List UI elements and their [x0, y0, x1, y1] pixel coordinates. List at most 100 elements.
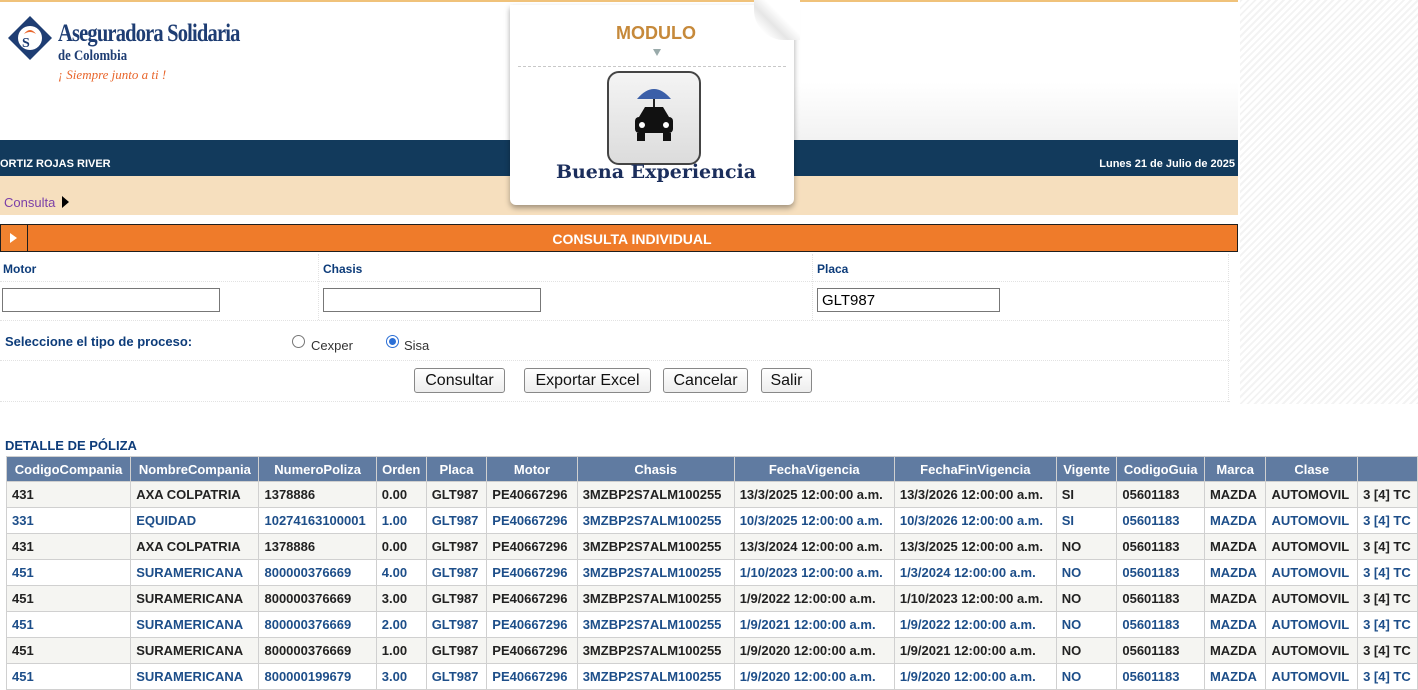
table-cell: MAZDA: [1203, 559, 1267, 586]
table-cell: 431: [5, 481, 132, 508]
table-cell: 13/3/2024 12:00:00 a.m.: [733, 533, 895, 560]
placa-label: Placa: [817, 262, 849, 276]
column-header[interactable]: Clase: [1265, 456, 1359, 482]
table-cell: SI: [1055, 481, 1118, 508]
table-cell: 3 [4] TC: [1357, 507, 1418, 534]
column-header[interactable]: Vigente: [1055, 456, 1118, 482]
table-cell: 800000376669: [258, 585, 377, 612]
table-cell: 800000199679: [258, 663, 377, 690]
table-cell: 1/9/2022 12:00:00 a.m.: [733, 585, 895, 612]
table-cell: NO: [1055, 533, 1118, 560]
table-cell: 800000376669: [258, 611, 377, 638]
table-cell: 800000376669: [258, 637, 377, 664]
table-cell: 1.00: [375, 507, 427, 534]
table-cell: PE40667296: [486, 611, 578, 638]
company-logo[interactable]: S Aseguradora Solidaria de Colombia ¡ Si…: [6, 14, 240, 84]
radio-cexper[interactable]: [292, 335, 305, 348]
table-cell: AUTOMOVIL: [1265, 533, 1359, 560]
table-row[interactable]: 451 SURAMERICANA 800000376669 2.00 GLT987 PE4…: [5, 611, 1418, 638]
export-excel-button[interactable]: Exportar Excel: [524, 368, 651, 393]
radio-sisa[interactable]: [386, 335, 399, 348]
company-subtitle: de Colombia: [58, 48, 128, 64]
column-header[interactable]: FechaFinVigencia: [893, 456, 1057, 482]
table-cell: 05601183: [1116, 507, 1205, 534]
table-cell: PE40667296: [486, 559, 578, 586]
table-cell: GLT987: [425, 559, 488, 586]
table-cell: SURAMERICANA: [130, 585, 260, 612]
table-cell: 1/9/2021 12:00:00 a.m.: [893, 637, 1057, 664]
column-header[interactable]: CodigoCompania: [5, 456, 132, 482]
table-row[interactable]: 451 SURAMERICANA 800000199679 3.00 GLT987 PE4…: [5, 663, 1418, 690]
table-cell: 05601183: [1116, 585, 1205, 612]
table-cell: PE40667296: [486, 637, 578, 664]
table-cell: 1378886: [258, 533, 377, 560]
table-cell: 451: [5, 585, 132, 612]
column-header[interactable]: Chasis: [576, 456, 735, 482]
table-cell: SURAMERICANA: [130, 637, 260, 664]
table-cell: 451: [5, 559, 132, 586]
motor-label: Motor: [3, 262, 37, 276]
table-cell: 05601183: [1116, 481, 1205, 508]
column-header[interactable]: Orden: [375, 456, 427, 482]
column-header[interactable]: NombreCompania: [130, 456, 260, 482]
column-header[interactable]: FechaVigencia: [733, 456, 895, 482]
table-cell: 13/3/2026 12:00:00 a.m.: [893, 481, 1057, 508]
salir-button[interactable]: Salir: [761, 368, 812, 393]
column-header[interactable]: Placa: [425, 456, 488, 482]
table-cell: 3 [4] TC: [1357, 611, 1418, 638]
table-cell: AUTOMOVIL: [1265, 507, 1359, 534]
table-cell: NO: [1055, 663, 1118, 690]
table-cell: 3 [4] TC: [1357, 481, 1418, 508]
chasis-input[interactable]: [323, 288, 541, 312]
table-cell: 1/9/2021 12:00:00 a.m.: [733, 611, 895, 638]
column-header[interactable]: Marca: [1203, 456, 1267, 482]
table-cell: AUTOMOVIL: [1265, 637, 1359, 664]
table-row[interactable]: 451 SURAMERICANA 800000376669 4.00 GLT987 PE4…: [5, 559, 1418, 586]
cancelar-button[interactable]: Cancelar: [663, 368, 748, 393]
table-cell: AUTOMOVIL: [1265, 559, 1359, 586]
module-card: MODULO Buena Experiencia: [510, 0, 800, 205]
table-cell: 4.00: [375, 559, 427, 586]
table-cell: 3MZBP2S7ALM100255: [576, 507, 735, 534]
column-header[interactable]: NumeroPoliza: [258, 456, 377, 482]
table-cell: 3.00: [375, 663, 427, 690]
table-cell: MAZDA: [1203, 611, 1267, 638]
play-icon[interactable]: [1, 225, 28, 251]
table-header-row: CodigoCompania NombreCompania NumeroPoliza…: [5, 456, 1418, 482]
table-row[interactable]: 331 EQUIDAD 10274163100001 1.00 GLT987 PE4066…: [5, 507, 1418, 534]
table-cell: 0.00: [375, 481, 427, 508]
table-cell: 10/3/2026 12:00:00 a.m.: [893, 507, 1057, 534]
table-cell: 1/9/2022 12:00:00 a.m.: [893, 611, 1057, 638]
table-row[interactable]: 451 SURAMERICANA 800000376669 3.00 GLT987 PE4…: [5, 585, 1418, 612]
table-cell: MAZDA: [1203, 481, 1267, 508]
table-cell: 3MZBP2S7ALM100255: [576, 559, 735, 586]
table-cell: AUTOMOVIL: [1265, 585, 1359, 612]
table-cell: 10/3/2025 12:00:00 a.m.: [733, 507, 895, 534]
table-row[interactable]: 451 SURAMERICANA 800000376669 1.00 GLT987 PE4…: [5, 637, 1418, 664]
table-cell: 05601183: [1116, 663, 1205, 690]
table-row[interactable]: 431 AXA COLPATRIA 1378886 0.00 GLT987 PE40667…: [5, 533, 1418, 560]
table-cell: 800000376669: [258, 559, 377, 586]
policy-table: CodigoCompania NombreCompania NumeroPoliza…: [5, 456, 1418, 690]
table-cell: 05601183: [1116, 533, 1205, 560]
motor-input[interactable]: [2, 288, 220, 312]
table-cell: MAZDA: [1203, 507, 1267, 534]
table-cell: GLT987: [425, 611, 488, 638]
process-type-label: Seleccione el tipo de proceso:: [5, 334, 193, 349]
table-cell: 1/3/2024 12:00:00 a.m.: [893, 559, 1057, 586]
column-header[interactable]: CodigoGuia: [1116, 456, 1205, 482]
table-cell: SI: [1055, 507, 1118, 534]
table-cell: GLT987: [425, 507, 488, 534]
table-cell: 2.00: [375, 611, 427, 638]
svg-text:S: S: [22, 36, 30, 51]
breadcrumb-consulta[interactable]: Consulta: [4, 195, 55, 210]
table-cell: 1378886: [258, 481, 377, 508]
table-cell: MAZDA: [1203, 637, 1267, 664]
consultar-button[interactable]: Consultar: [414, 368, 505, 393]
table-cell: 1/10/2023 12:00:00 a.m.: [733, 559, 895, 586]
placa-input[interactable]: [817, 288, 1000, 312]
table-row[interactable]: 431 AXA COLPATRIA 1378886 0.00 GLT987 PE40667…: [5, 481, 1418, 508]
column-header[interactable]: [1357, 456, 1418, 482]
column-header[interactable]: Motor: [486, 456, 578, 482]
table-cell: NO: [1055, 611, 1118, 638]
